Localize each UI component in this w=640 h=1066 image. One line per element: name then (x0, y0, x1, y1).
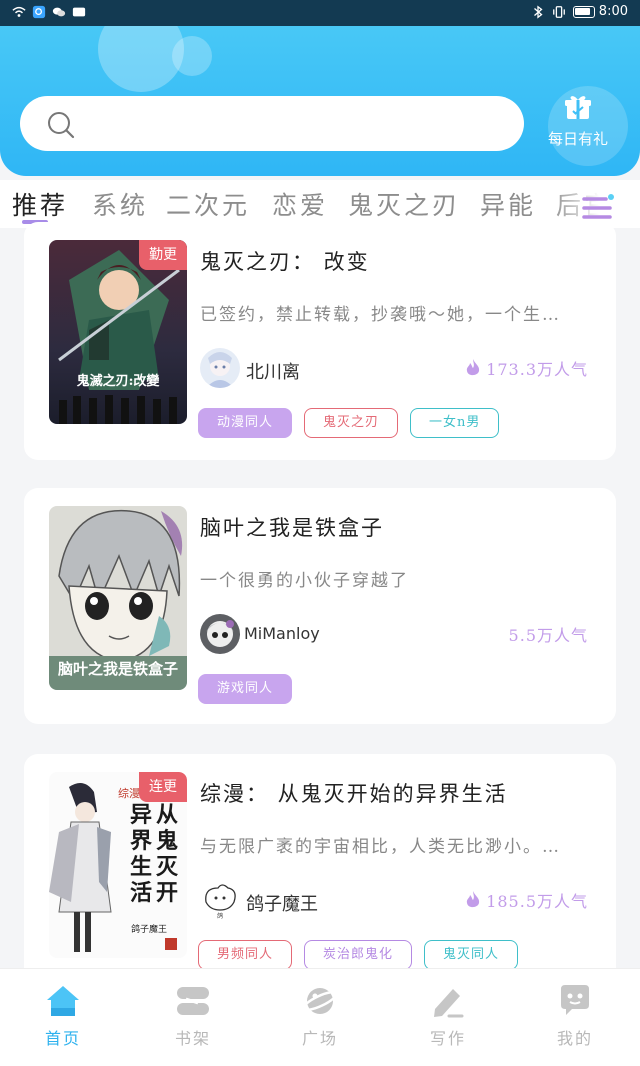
book-cover[interactable]: 鬼滅之刃:改變 勤更 (49, 240, 187, 424)
svg-text:鸽: 鸽 (217, 912, 223, 920)
svg-text:界: 界 (130, 828, 152, 854)
app-notification-icon (32, 5, 46, 19)
tag[interactable]: 炭治郎鬼化 (304, 940, 413, 970)
book-title[interactable]: 脑叶之我是铁盒子 (200, 512, 384, 542)
svg-text:生: 生 (130, 854, 152, 880)
bookshelf-icon (177, 987, 209, 1015)
tab-system[interactable]: 系统 (92, 186, 148, 222)
daily-gift-button[interactable]: 每日有礼 (540, 92, 616, 149)
decor-bubble (172, 36, 212, 76)
wifi-icon (12, 6, 26, 17)
nav-write[interactable]: 写作 (403, 983, 493, 1049)
svg-text:异: 异 (130, 802, 152, 828)
category-tabs: 推荐 系统 二次元 恋爱 鬼灭之刃 异能 后宫 (0, 180, 640, 228)
popularity: 173.3万人气 (464, 356, 588, 380)
author-name[interactable]: MiManloy (244, 624, 320, 643)
gift-icon (565, 96, 591, 119)
nav-label: 我的 (556, 1029, 593, 1048)
svg-text:鬼滅之刃:改變: 鬼滅之刃:改變 (77, 373, 161, 389)
cover-art: 脑叶之我是铁盒子 (49, 506, 187, 690)
popularity-value: 173.3万人气 (486, 360, 588, 379)
bluetooth-icon (533, 4, 543, 19)
fire-icon (467, 891, 480, 908)
svg-text:鬼: 鬼 (156, 828, 178, 854)
svg-text:开: 开 (156, 880, 178, 906)
svg-text:鸽子魔王: 鸽子魔王 (131, 923, 167, 935)
nav-home[interactable]: 首页 (18, 983, 108, 1049)
update-badge: 连更 (139, 772, 187, 802)
popularity: 185.5万人气 (464, 888, 588, 912)
book-card[interactable]: 鬼滅之刃:改變 勤更 鬼灭之刃： 改变 已签约，禁止转载，抄袭哦～她，一个生… … (24, 222, 616, 460)
tag[interactable]: 一女n男 (410, 408, 500, 438)
book-cover[interactable]: 综漫 异 界 生 活 从 鬼 灭 开 鸽子魔王 连更 (49, 772, 187, 958)
nav-label: 写作 (429, 1029, 466, 1048)
book-desc: 与无限广袤的宇宙相比，人类无比渺小。… (200, 837, 561, 857)
message-icon (72, 7, 86, 17)
nav-label: 书架 (174, 1029, 211, 1048)
profile-chat-icon (561, 985, 589, 1015)
search-input[interactable] (20, 96, 524, 151)
planet-icon (302, 988, 338, 1014)
svg-text:从: 从 (156, 802, 178, 828)
avatar[interactable]: 鸽 (200, 880, 240, 920)
tab-demon-slayer[interactable]: 鬼灭之刃 (348, 186, 460, 222)
avatar[interactable] (200, 348, 240, 388)
nav-plaza[interactable]: 广场 (275, 983, 365, 1049)
popularity-value: 185.5万人气 (486, 892, 588, 911)
avatar[interactable] (200, 614, 240, 654)
book-desc: 已签约，禁止转载，抄袭哦～她，一个生… (200, 305, 561, 325)
book-title[interactable]: 鬼灭之刃： 改变 (200, 246, 370, 276)
tag[interactable]: 动漫同人 (198, 408, 293, 438)
svg-text:活: 活 (130, 880, 152, 906)
tab-romance[interactable]: 恋爱 (272, 186, 328, 222)
tag-list: 游戏同人 (198, 674, 293, 704)
tab-superpower[interactable]: 异能 (480, 186, 536, 222)
category-menu-icon[interactable] (580, 190, 616, 226)
header: 每日有礼 (0, 26, 640, 176)
nav-label: 广场 (301, 1029, 338, 1048)
status-time: 8:00 (598, 4, 628, 19)
status-bar: 8:00 (0, 0, 640, 26)
decor-bubble (98, 26, 184, 92)
vibrate-icon (552, 5, 565, 18)
tag[interactable]: 鬼灭之刃 (304, 408, 399, 438)
tag[interactable]: 男频同人 (198, 940, 293, 970)
book-cover[interactable]: 脑叶之我是铁盒子 (49, 506, 187, 690)
nav-bookshelf[interactable]: 书架 (148, 983, 238, 1049)
wechat-icon (52, 7, 66, 17)
svg-text:灭: 灭 (156, 854, 179, 880)
battery-icon (572, 5, 595, 18)
nav-label: 首页 (44, 1029, 81, 1048)
bottom-nav: 首页 书架 广场 写作 我的 (0, 968, 640, 1066)
popularity: 5.5万人气 (509, 622, 588, 646)
book-desc: 一个很勇的小伙子穿越了 (200, 571, 409, 591)
author-name[interactable]: 北川离 (246, 358, 300, 384)
book-card[interactable]: 综漫 异 界 生 活 从 鬼 灭 开 鸽子魔王 连更 综漫： 从鬼灭开始的异界生… (24, 754, 616, 994)
svg-text:脑叶之我是铁盒子: 脑叶之我是铁盒子 (58, 660, 178, 678)
tag-list: 动漫同人 鬼灭之刃 一女n男 (198, 408, 500, 438)
nav-mine[interactable]: 我的 (530, 983, 620, 1049)
tag[interactable]: 鬼灭同人 (424, 940, 519, 970)
pen-icon (434, 989, 464, 1018)
book-card[interactable]: 脑叶之我是铁盒子 脑叶之我是铁盒子 一个很勇的小伙子穿越了 MiManloy 5… (24, 488, 616, 724)
daily-gift-label: 每日有礼 (547, 130, 608, 148)
fire-icon (467, 359, 480, 376)
tab-recommend[interactable]: 推荐 (12, 186, 68, 222)
home-icon (47, 986, 79, 1016)
tag[interactable]: 游戏同人 (198, 674, 293, 704)
svg-text:综漫: 综漫 (118, 786, 140, 800)
tag-list: 男频同人 炭治郎鬼化 鬼灭同人 (198, 940, 519, 970)
tab-anime[interactable]: 二次元 (166, 186, 250, 222)
author-name[interactable]: 鸽子魔王 (246, 890, 318, 916)
update-badge: 勤更 (139, 240, 187, 270)
book-title[interactable]: 综漫： 从鬼灭开始的异界生活 (200, 778, 508, 808)
search-icon (48, 112, 75, 139)
popularity-value: 5.5万人气 (508, 626, 588, 645)
